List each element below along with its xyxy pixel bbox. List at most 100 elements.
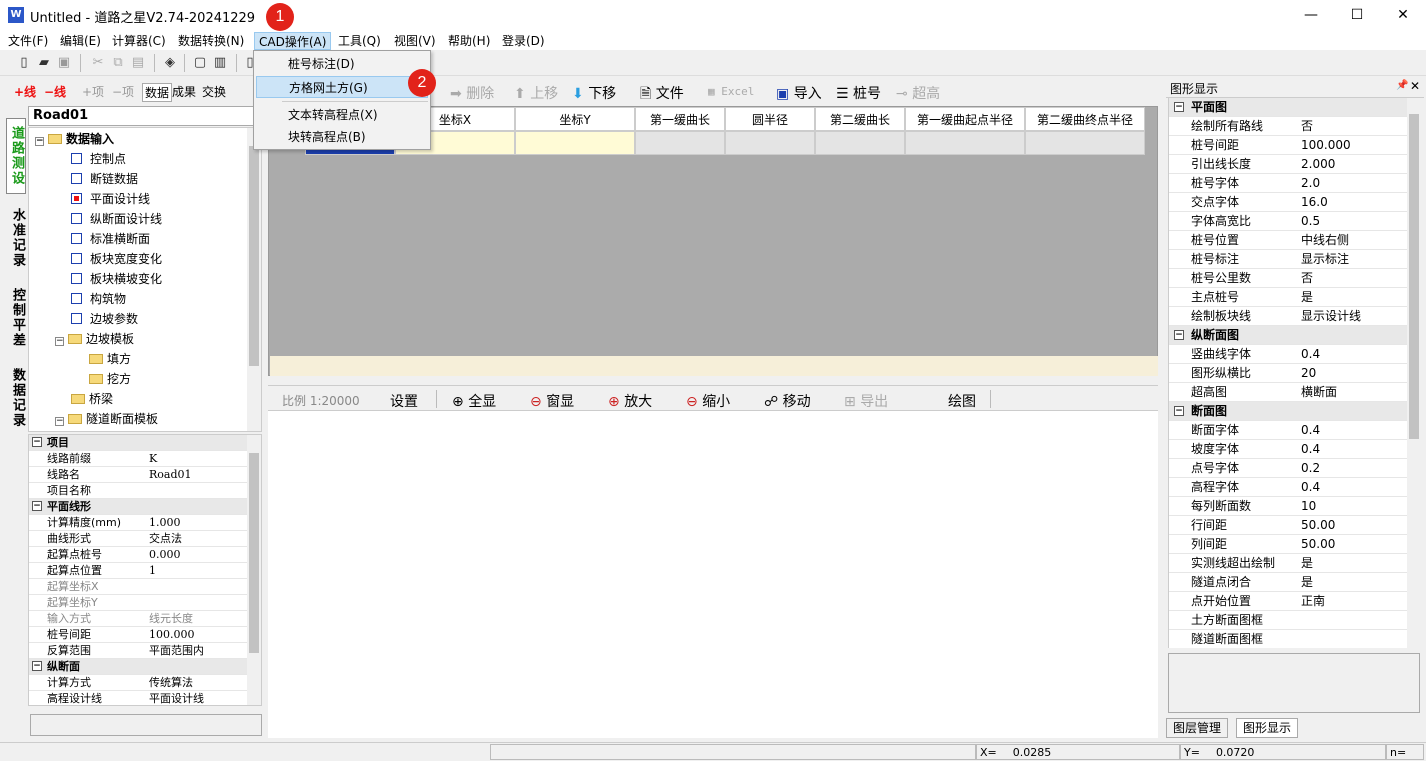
tree-item-structure[interactable]: 构筑物 [71, 289, 126, 309]
display-row[interactable]: 引出线长度 2.000 [1169, 155, 1407, 174]
display-value[interactable]: 0.4 [1301, 345, 1320, 364]
display-value[interactable]: 是 [1301, 573, 1313, 592]
display-value[interactable]: 正南 [1301, 592, 1325, 611]
prop-row[interactable]: 计算方式 传统算法 [29, 675, 247, 691]
fit-all-button[interactable]: ⊕ 全显 [452, 391, 496, 411]
tab-exchange[interactable]: 交换 [202, 83, 226, 100]
tab-data[interactable]: 数据 [142, 83, 173, 102]
display-value[interactable]: 2.0 [1301, 174, 1320, 193]
scrollbar-thumb[interactable] [249, 146, 259, 366]
prop-group[interactable]: − 项目 [29, 435, 247, 451]
prop-row[interactable]: 反算范围 平面范围内 [29, 643, 247, 659]
add-item-button[interactable]: +项 [82, 83, 104, 100]
display-row[interactable]: 竖曲线字体 0.4 [1169, 345, 1407, 364]
display-row[interactable]: 点号字体 0.2 [1169, 459, 1407, 478]
display-row[interactable]: 桩号标注 显示标注 [1169, 250, 1407, 269]
prop-value[interactable]: 交点法 [149, 531, 182, 547]
prop-value[interactable]: K [149, 451, 157, 467]
menu-view[interactable]: 视图(V) [390, 32, 440, 50]
menu-cad[interactable]: CAD操作(A) [254, 32, 332, 50]
prop-row[interactable]: 桩号间距 100.000 [29, 627, 247, 643]
prop-value[interactable]: 100.000 [149, 627, 195, 643]
display-row[interactable]: 断面字体 0.4 [1169, 421, 1407, 440]
display-value[interactable]: 是 [1301, 288, 1313, 307]
close-icon[interactable]: ✕ [1410, 79, 1420, 93]
display-row[interactable]: 桩号字体 2.0 [1169, 174, 1407, 193]
checkbox-icon[interactable] [71, 213, 82, 224]
display-group[interactable]: − 断面图 [1169, 402, 1407, 421]
export-button[interactable]: ⊞ 导出 [844, 391, 888, 411]
display-row[interactable]: 绘制板块线 显示设计线 [1169, 307, 1407, 326]
open-folder-icon[interactable]: ▰ [36, 55, 52, 71]
prop-value[interactable]: Road01 [149, 467, 192, 483]
tree-item-profile-design[interactable]: 纵断面设计线 [71, 209, 162, 229]
minimize-button[interactable]: — [1288, 0, 1334, 30]
menu-help[interactable]: 帮助(H) [444, 32, 494, 50]
print-icon[interactable]: ▥ [212, 55, 228, 71]
new-file-icon[interactable]: ▯ [16, 55, 32, 71]
menu-tools[interactable]: 工具(Q) [334, 32, 385, 50]
vtab-control-adjust[interactable]: 控制平差 [6, 280, 26, 356]
prop-value[interactable]: 平面设计线 [149, 691, 204, 705]
prop-row[interactable]: 起算点位置 1 [29, 563, 247, 579]
prop-row[interactable]: 线路前缀 K [29, 451, 247, 467]
menu-data-convert[interactable]: 数据转换(N) [174, 32, 248, 50]
display-row[interactable]: 交点字体 16.0 [1169, 193, 1407, 212]
menu-calculator[interactable]: 计算器(C) [108, 32, 170, 50]
grid-cell[interactable] [725, 131, 815, 155]
scrollbar-thumb[interactable] [1409, 114, 1419, 439]
display-row[interactable]: 超高图 横断面 [1169, 383, 1407, 402]
prop-row[interactable]: 计算精度(mm) 1.000 [29, 515, 247, 531]
display-value[interactable]: 0.4 [1301, 421, 1320, 440]
display-value[interactable]: 50.00 [1301, 516, 1335, 535]
tree-item-slope-change[interactable]: 板块横坡变化 [71, 269, 162, 289]
display-group[interactable]: − 平面图 [1169, 98, 1407, 117]
prop-value[interactable]: 线元长度 [149, 611, 193, 627]
props-scrollbar[interactable] [247, 435, 261, 705]
grid-cell[interactable] [635, 131, 725, 155]
tree-item-slope-template[interactable]: − 边坡模板 [55, 329, 134, 349]
right-scrollbar[interactable] [1407, 98, 1420, 648]
collapse-icon[interactable]: − [1174, 330, 1184, 340]
collapse-icon[interactable]: − [1174, 102, 1184, 112]
delete-item-button[interactable]: −项 [112, 83, 134, 100]
import-button[interactable]: ▣ 导入 [776, 83, 822, 103]
menu-login[interactable]: 登录(D) [498, 32, 549, 50]
pin-icon[interactable]: 📌 [1396, 80, 1408, 91]
tab-layer-manager[interactable]: 图层管理 [1166, 718, 1229, 738]
prop-row[interactable]: 输入方式 线元长度 [29, 611, 247, 627]
vtab-road-survey[interactable]: 道路测设 [6, 118, 26, 194]
display-row[interactable]: 主点桩号 是 [1169, 288, 1407, 307]
display-value[interactable]: 否 [1301, 117, 1313, 136]
menu-item-text-to-elevation[interactable]: 文本转高程点(X) [256, 104, 428, 126]
stake-button[interactable]: ☰ 桩号 [836, 83, 881, 103]
tab-result[interactable]: 成果 [172, 83, 196, 100]
checkbox-checked-icon[interactable] [71, 193, 82, 204]
display-value[interactable]: 20 [1301, 364, 1316, 383]
display-group[interactable]: − 纵断面图 [1169, 326, 1407, 345]
tree-item-plan-design[interactable]: 平面设计线 [71, 189, 150, 209]
prop-row[interactable]: 项目名称 [29, 483, 247, 499]
display-row[interactable]: 土方断面图框 [1169, 611, 1407, 630]
display-value[interactable]: 2.000 [1301, 155, 1335, 174]
checkbox-icon[interactable] [71, 273, 82, 284]
checkbox-icon[interactable] [71, 253, 82, 264]
display-row[interactable]: 实测线超出绘制 是 [1169, 554, 1407, 573]
delete-line-button[interactable]: −线 [44, 83, 66, 100]
grid-header-spiral2[interactable]: 第二缓曲长 [815, 107, 905, 131]
prop-row[interactable]: 起算坐标X [29, 579, 247, 595]
prop-value[interactable]: 1 [149, 563, 156, 579]
checkbox-icon[interactable] [71, 313, 82, 324]
collapse-icon[interactable]: − [32, 437, 42, 447]
prop-value[interactable]: 传统算法 [149, 675, 193, 691]
pan-button[interactable]: ☍ 移动 [764, 391, 811, 411]
collapse-icon[interactable]: − [55, 337, 64, 346]
display-row[interactable]: 高程字体 0.4 [1169, 478, 1407, 497]
tree-item-tunnel-template[interactable]: − 隧道断面模板 [55, 409, 158, 429]
tree-item-fill[interactable]: 填方 [89, 349, 131, 369]
prop-value[interactable]: 1.000 [149, 515, 181, 531]
tree-item-cut[interactable]: 挖方 [89, 369, 131, 389]
prop-value[interactable]: 0.000 [149, 547, 181, 563]
menu-item-stake-annotation[interactable]: 桩号标注(D) [256, 53, 428, 75]
prop-row[interactable]: 起算坐标Y [29, 595, 247, 611]
